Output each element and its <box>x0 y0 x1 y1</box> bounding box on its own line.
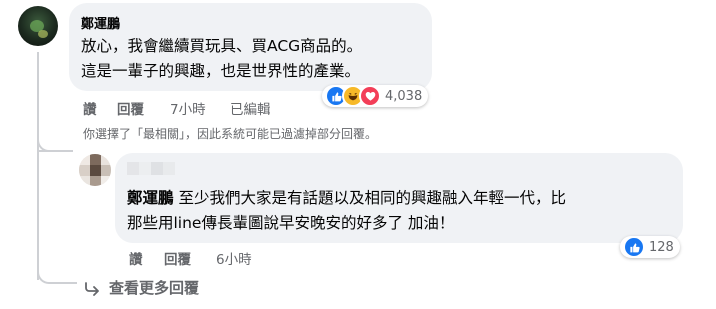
reaction-count: 128 <box>649 239 674 255</box>
comment-text-line-1: 放心，我會繼續買玩具、買ACG商品的。 <box>81 37 363 55</box>
filter-notice: 你選擇了「最相關」，因此系統可能已過濾掉部分回覆。 <box>83 127 378 141</box>
comment-author[interactable]: 鄭運鵬 <box>81 13 120 32</box>
reaction-count: 4,038 <box>385 88 423 104</box>
avatar-main[interactable] <box>18 6 58 46</box>
thread-line-vertical <box>37 52 39 280</box>
love-icon <box>359 85 381 107</box>
reactions-summary-reply[interactable]: 128 <box>620 236 680 258</box>
comment-bubble-main: 鄭運鵬 放心，我會繼續買玩具、買ACG商品的。 這是一輩子的興趣，也是世界性的產… <box>69 3 432 91</box>
like-icon <box>623 236 645 258</box>
reactions-summary-main[interactable]: 4,038 <box>322 85 429 107</box>
reply-author-censored[interactable] <box>127 162 175 175</box>
mention-tag[interactable]: 鄭運鵬 <box>127 189 174 207</box>
edited-label[interactable]: 已編輯 <box>230 98 271 118</box>
comment-text-line-2: 這是一輩子的興趣，也是世界性的產業。 <box>81 62 361 80</box>
thread-line-curve-reply <box>37 140 73 152</box>
reply-arrow-icon[interactable] <box>83 280 101 300</box>
reply-text-line-1-rest: 至少我們大家是有話題以及相同的興趣融入年輕一代，比 <box>178 189 566 207</box>
reply-text-line-1: 鄭運鵬 至少我們大家是有話題以及相同的興趣融入年輕一代，比 <box>127 186 566 210</box>
like-button[interactable]: 讚 <box>83 98 97 118</box>
view-more-replies[interactable]: 查看更多回覆 <box>109 277 199 298</box>
reply-button[interactable]: 回覆 <box>164 248 191 268</box>
thread-line-curve-more <box>37 270 77 284</box>
timestamp[interactable]: 6小時 <box>216 248 252 268</box>
reply-text-line-2: 那些用line傳長輩圖說早安晚安的好多了 加油！ <box>127 214 455 232</box>
timestamp[interactable]: 7小時 <box>170 98 206 118</box>
like-button[interactable]: 讚 <box>129 248 143 268</box>
avatar-reply[interactable] <box>79 154 111 186</box>
reply-button[interactable]: 回覆 <box>117 98 144 118</box>
